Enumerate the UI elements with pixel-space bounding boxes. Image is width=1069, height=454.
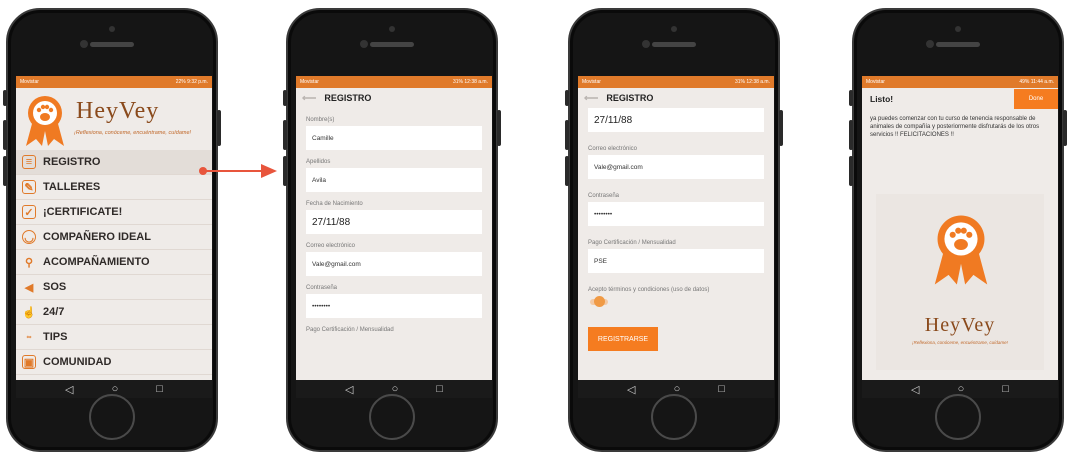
menu-item-companero-ideal[interactable]: ◡ COMPAÑERO IDEAL <box>16 225 212 250</box>
app-bar: ⟵ REGISTRO <box>296 88 492 108</box>
award-ribbon-logo-icon <box>934 215 988 285</box>
phone-registro-2: Movistar 31% 12:38 a.m. ⟵ REGISTRO 27/11/… <box>565 8 783 452</box>
search-icon: ⚲ <box>24 256 34 269</box>
phone-listo: Movistar 49% 11:44 a.m. Listo! Done ya p… <box>849 8 1067 452</box>
page-title: REGISTRO <box>324 93 372 103</box>
app-bar: ⟵ REGISTRO <box>578 88 774 108</box>
back-nav-icon[interactable]: ◁ <box>627 383 635 396</box>
recent-apps-icon[interactable]: □ <box>718 383 725 395</box>
payment-select[interactable]: PSE <box>588 249 764 273</box>
phone-registro-1: Movistar 31% 12:38 a.m. ⟵ REGISTRO Nombre… <box>283 8 501 452</box>
menu-item-registro[interactable]: ≡ REGISTRO <box>16 150 212 175</box>
carrier-label: Movistar <box>20 79 39 85</box>
register-button[interactable]: REGISTRARSE <box>588 327 658 351</box>
terms-toggle[interactable] <box>590 296 608 307</box>
hand-icon: ☝ <box>22 306 36 319</box>
apellidos-input[interactable]: Avila <box>306 168 482 192</box>
home-button[interactable] <box>651 394 697 440</box>
pet-face-icon: ◡ <box>22 230 36 244</box>
recent-apps-icon[interactable]: □ <box>436 383 443 395</box>
email-input[interactable]: Vale@gmail.com <box>306 252 482 276</box>
flow-arrow-icon <box>199 164 277 178</box>
back-arrow-icon[interactable]: ⟵ <box>302 93 316 104</box>
registro-screen-bottom: Movistar 31% 12:38 a.m. ⟵ REGISTRO 27/11/… <box>578 76 774 398</box>
menu-item-sos[interactable]: ◀ SOS <box>16 275 212 300</box>
back-arrow-icon[interactable]: ⟵ <box>584 93 598 104</box>
logo-header: HeyVey ¡Reflexiona, conóceme, encuéntram… <box>16 88 212 150</box>
field-fecha: 27/11/88 <box>578 108 774 132</box>
terms-row: Acepto términos y condiciones (uso de da… <box>578 287 774 307</box>
done-button[interactable]: Done <box>1014 89 1058 109</box>
phone-menu: Movistar 22% 9:32 p.m. HeyVey ¡Reflexion… <box>3 8 221 452</box>
menu-item-talleres[interactable]: ✎ TALLERES <box>16 175 212 200</box>
menu-item-tips[interactable]: ∞ TIPS <box>16 325 212 350</box>
field-apellidos: Apellidos Avila <box>296 159 492 192</box>
edit-icon: ✎ <box>22 180 36 194</box>
home-button[interactable] <box>369 394 415 440</box>
status-bar: Movistar 49% 11:44 a.m. <box>862 76 1058 88</box>
recent-apps-icon[interactable]: □ <box>156 383 163 395</box>
status-time: 22% 9:32 p.m. <box>175 79 208 85</box>
tips-icon: ∞ <box>26 333 32 341</box>
home-button[interactable] <box>935 394 981 440</box>
page-title: Listo! <box>870 94 894 104</box>
brand-name: HeyVey <box>924 314 996 336</box>
field-correo: Correo electrónico Vale@gmail.com <box>296 243 492 276</box>
field-contrasena: Contraseña •••••••• <box>578 193 774 226</box>
field-nombre: Nombre(s) Camille <box>296 117 492 150</box>
field-fecha: Fecha de Nacimiento 27/11/88 <box>296 201 492 234</box>
app-bar: Listo! Done <box>862 88 1058 110</box>
recent-apps-icon[interactable]: □ <box>1002 383 1009 395</box>
password-input[interactable]: •••••••• <box>306 294 482 318</box>
status-bar: Movistar 31% 12:38 a.m. <box>296 76 492 88</box>
birthdate-input[interactable]: 27/11/88 <box>306 210 482 234</box>
registro-screen-top: Movistar 31% 12:38 a.m. ⟵ REGISTRO Nombre… <box>296 76 492 398</box>
brand-tagline: ¡Reflexiona, conóceme, encuéntrame, cuíd… <box>74 130 192 136</box>
award-ribbon-logo-icon <box>26 96 64 146</box>
birthdate-input[interactable]: 27/11/88 <box>588 108 764 132</box>
brand-card: HeyVey ¡Reflexiona, conóceme, encuéntram… <box>876 194 1044 370</box>
page-title: REGISTRO <box>606 93 654 103</box>
menu-item-24-7[interactable]: ☝ 24/7 <box>16 300 212 325</box>
menu-item-comunidad[interactable]: ▣ COMUNIDAD <box>16 350 212 375</box>
field-pago: Pago Certificación / Mensualidad PSE <box>578 240 774 273</box>
menu-screen: Movistar 22% 9:32 p.m. HeyVey ¡Reflexion… <box>16 76 212 398</box>
email-input[interactable]: Vale@gmail.com <box>588 155 764 179</box>
success-message: ya puedes comenzar con tu curso de tenen… <box>870 116 1040 138</box>
listo-screen: Movistar 49% 11:44 a.m. Listo! Done ya p… <box>862 76 1058 398</box>
status-bar: Movistar 31% 12:38 a.m. <box>578 76 774 88</box>
certificate-icon: ✓ <box>22 205 36 219</box>
field-contrasena: Contraseña •••••••• <box>296 285 492 318</box>
main-menu: ≡ REGISTRO ✎ TALLERES ✓ ¡CERTIFICATE! ◡ COMP… <box>16 150 212 375</box>
nombre-input[interactable]: Camille <box>306 126 482 150</box>
brand-name: HeyVey <box>76 98 160 124</box>
status-bar: Movistar 22% 9:32 p.m. <box>16 76 212 88</box>
back-nav-icon[interactable]: ◁ <box>345 383 353 396</box>
field-correo: Correo electrónico Vale@gmail.com <box>578 146 774 179</box>
stage: Movistar 22% 9:32 p.m. HeyVey ¡Reflexion… <box>0 0 1069 454</box>
back-nav-icon[interactable]: ◁ <box>65 383 73 396</box>
brand-tagline: ¡Reflexiona, conóceme, encuéntrame, cuíd… <box>912 340 1008 345</box>
field-pago: Pago Certificación / Mensualidad <box>306 327 394 333</box>
menu-item-acompanamiento[interactable]: ⚲ ACOMPAÑAMIENTO <box>16 250 212 275</box>
id-card-icon: ≡ <box>22 155 36 169</box>
password-input[interactable]: •••••••• <box>588 202 764 226</box>
megaphone-icon: ◀ <box>24 281 34 294</box>
community-icon: ▣ <box>22 355 36 369</box>
back-nav-icon[interactable]: ◁ <box>911 383 919 396</box>
home-button[interactable] <box>89 394 135 440</box>
menu-item-certificate[interactable]: ✓ ¡CERTIFICATE! <box>16 200 212 225</box>
